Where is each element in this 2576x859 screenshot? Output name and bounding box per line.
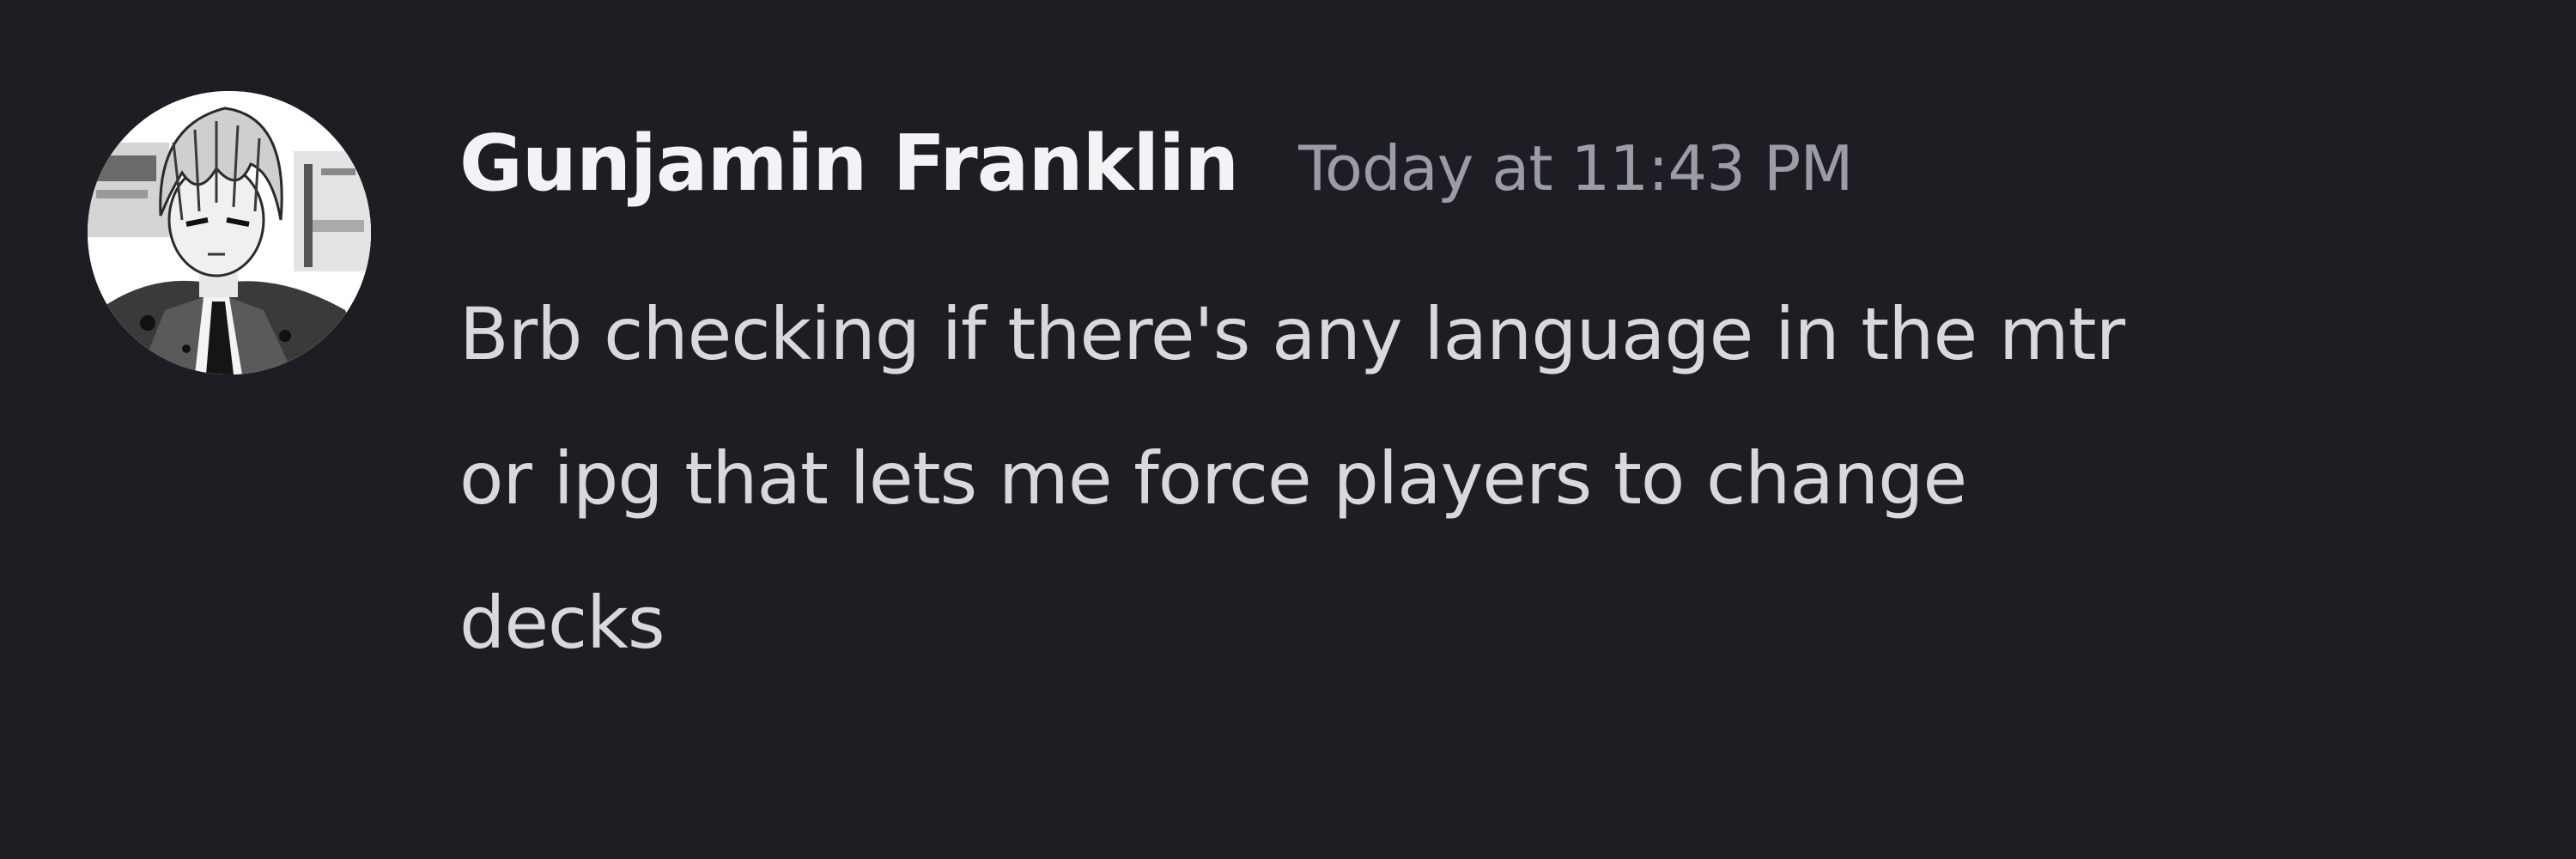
- manga-character-avatar-image: [88, 91, 371, 375]
- author-name[interactable]: Gunjamin Franklin: [459, 119, 1239, 209]
- message-line: or ipg that lets me force players to cha…: [459, 436, 1967, 521]
- message-line: Brb checking if there's any language in …: [459, 292, 2125, 376]
- message-content: Brb checking if there's any language in …: [459, 262, 2555, 695]
- avatar[interactable]: [88, 91, 371, 375]
- chat-message: Gunjamin Franklin Today at 11:43 PM Brb …: [0, 0, 2576, 859]
- message-timestamp: Today at 11:43 PM: [1298, 132, 1853, 204]
- message-header: Gunjamin Franklin Today at 11:43 PM: [459, 119, 1853, 209]
- message-line: decks: [459, 581, 665, 665]
